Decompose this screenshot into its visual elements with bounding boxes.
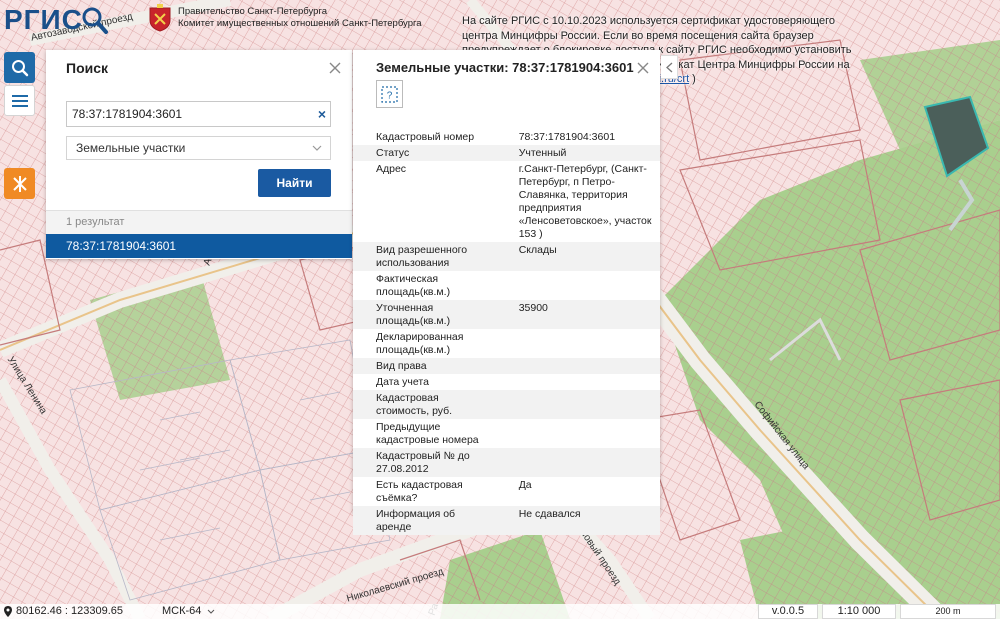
attribute-row: Фактическая площадь(кв.м.): [353, 271, 660, 300]
chevron-down-icon: [312, 145, 322, 151]
attribute-value: [497, 419, 660, 448]
attribute-label: Есть кадастровая съёмка?: [376, 479, 463, 504]
coordinates-readout: 80162.46 : 123309.65: [4, 605, 123, 617]
attribute-value: Не сдавался: [496, 506, 660, 535]
attribute-label: Уточненная площадь(кв.м.): [353, 300, 497, 329]
attribute-value: [496, 448, 660, 477]
attribute-row: Информация об аренде Не сдавался: [353, 506, 660, 535]
menu-icon: [11, 94, 28, 107]
attribute-value: [496, 358, 660, 374]
scale-bar-label: 200 m: [935, 606, 961, 616]
attribute-label: Дата учета: [376, 376, 429, 388]
search-panel-title: Поиск: [66, 60, 109, 76]
menu-button[interactable]: [4, 85, 35, 116]
attribute-value: [497, 271, 660, 300]
attribute-label: Статус: [353, 145, 497, 161]
attribute-label: Кадастровый номер: [376, 131, 475, 143]
crs-value: МСК-64: [162, 605, 202, 617]
attribute-value: 78:37:1781904:3601: [518, 131, 616, 143]
attribute-value: [497, 329, 660, 358]
gov-line-1: Правительство Санкт-Петербурга: [178, 6, 327, 17]
layer-select[interactable]: Земельные участки: [66, 136, 331, 160]
zoom-to-feature-icon: ?: [381, 85, 398, 103]
attribute-row: Кадастровая стоимость, руб.: [353, 390, 660, 419]
find-button[interactable]: Найти: [258, 169, 331, 197]
attribute-row: Декларированная площадь(кв.м.): [353, 329, 660, 358]
crs-selector[interactable]: МСК-64: [162, 605, 215, 617]
attribute-row: Вид права: [353, 358, 660, 374]
parcel-info-panel: Земельные участки: 78:37:1781904:3601 ? …: [353, 50, 660, 535]
coordinates-value: 80162.46 : 123309.65: [16, 605, 124, 617]
attribute-label: Адрес: [376, 163, 407, 175]
attribute-row: Уточненная площадь(кв.м.) 35900: [353, 300, 660, 329]
attribute-value: [496, 390, 660, 419]
svg-text:?: ?: [387, 90, 393, 101]
certificate-notice-suffix: ): [689, 73, 696, 85]
layers-icon: [12, 175, 27, 192]
attribute-row: Адрес г.Санкт-Петербург, (Санкт-Петербург…: [353, 161, 660, 242]
attribute-row: Кадастровый № до 27.08.2012: [353, 448, 660, 477]
search-input[interactable]: [66, 101, 331, 127]
close-info-icon[interactable]: [636, 61, 650, 75]
search-result-item[interactable]: 78:37:1781904:3601: [46, 234, 352, 258]
magnifier-logo-icon: [79, 5, 109, 35]
zoom-to-parcel-button[interactable]: ?: [376, 80, 403, 108]
attribute-value: Учтенный: [496, 145, 660, 161]
spb-emblem-icon: [148, 4, 172, 32]
parcel-attributes-table: Кадастровый номер 78:37:1781904:3601 Стату…: [353, 129, 660, 535]
attribute-label: Вид разрешенного использования: [353, 242, 497, 271]
layer-select-value: Земельные участки: [76, 141, 186, 155]
search-tool-button[interactable]: [4, 52, 35, 83]
attribute-row: Вид разрешенного использования Склады: [353, 242, 660, 271]
attribute-label: Фактическая площадь(кв.м.): [376, 273, 451, 298]
collapse-panel-button[interactable]: [661, 55, 678, 79]
clear-input-icon[interactable]: ×: [316, 107, 328, 121]
attribute-value: г.Санкт-Петербург, (Санкт-Петербург, п П…: [518, 163, 652, 240]
search-panel: Поиск × Земельные участки Найти 1 резуль…: [46, 50, 352, 259]
attribute-row: Предыдущие кадастровые номера: [353, 419, 660, 448]
attribute-label: Декларированная площадь(кв.м.): [376, 331, 464, 356]
attribute-label: Кадастровая стоимость, руб.: [353, 390, 497, 419]
attribute-label: Информация об аренде: [353, 506, 497, 535]
attribute-row: Кадастровый номер 78:37:1781904:3601: [353, 129, 660, 145]
attribute-value: 35900: [496, 300, 660, 329]
attribute-row: Есть кадастровая съёмка? Да: [353, 477, 660, 506]
gov-line-2: Комитет имущественных отношений Санкт-Пе…: [178, 18, 422, 29]
location-pin-icon: [4, 605, 12, 617]
gov-header: Правительство Санкт-Петербурга Комитет и…: [148, 4, 422, 32]
scale-label[interactable]: 1:10 000: [822, 604, 896, 619]
attribute-label: Предыдущие кадастровые номера: [376, 421, 479, 446]
results-count: 1 результат: [66, 216, 125, 228]
logo-text: РГИС: [4, 4, 83, 35]
attribute-label: Кадастровый № до 27.08.2012: [353, 448, 497, 477]
version-label: v.0.0.5: [758, 604, 818, 619]
search-icon: [11, 59, 28, 76]
scale-bar: 200 m: [900, 604, 996, 619]
chevron-left-icon: [665, 62, 672, 72]
attribute-value: Да: [518, 479, 532, 491]
layers-button[interactable]: [4, 168, 35, 199]
status-bar: 80162.46 : 123309.65 МСК-64 v.0.0.5 1:10…: [0, 604, 1000, 619]
attribute-value: [497, 374, 660, 390]
attribute-value: Склады: [496, 242, 660, 271]
attribute-label: Вид права: [353, 358, 497, 374]
rgis-logo[interactable]: РГИС: [4, 0, 109, 40]
parcel-info-title: Земельные участки: 78:37:1781904:3601: [376, 60, 634, 75]
chevron-down-icon: [208, 609, 215, 614]
results-bar: 1 результат: [46, 210, 352, 234]
attribute-row: Дата учета: [353, 374, 660, 390]
attribute-row: Статус Учтенный: [353, 145, 660, 161]
close-search-icon[interactable]: [328, 61, 342, 75]
